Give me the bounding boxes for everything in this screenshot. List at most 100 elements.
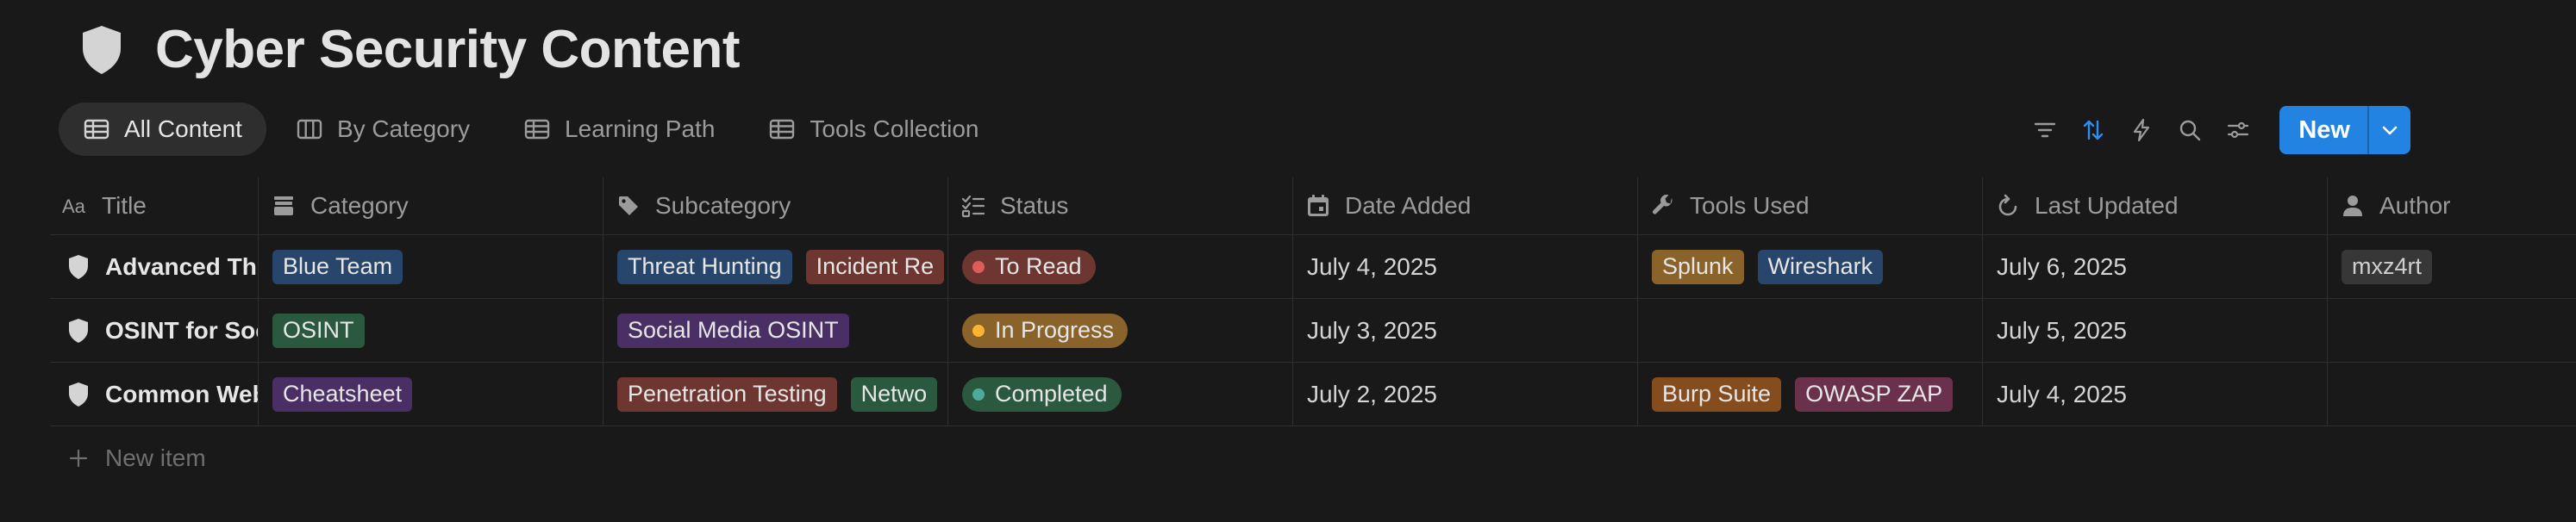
sort-button[interactable] <box>2069 106 2117 154</box>
cell-author[interactable]: mxz4rt <box>2328 235 2576 298</box>
filter-icon <box>2035 122 2056 138</box>
page-header: Cyber Security Content <box>79 19 741 80</box>
author-tag: mxz4rt <box>2342 249 2432 284</box>
status-badge: Completed <box>962 376 1122 412</box>
tab-learning-path[interactable]: Learning Path <box>499 103 739 156</box>
tab-label: Learning Path <box>565 115 716 142</box>
cell-status[interactable]: To Read <box>948 235 1293 298</box>
column-header-last-updated[interactable]: Last Updated <box>1983 177 2328 234</box>
person-icon <box>2343 196 2362 216</box>
view-toolbar: New <box>2021 106 2410 154</box>
settings-sliders-icon <box>2228 121 2249 139</box>
column-header-author[interactable]: Author <box>2328 177 2576 234</box>
table-row[interactable]: Advanced Thr Blue Team Threat Hunting In… <box>50 235 2576 299</box>
shield-icon[interactable] <box>79 24 124 76</box>
tool-tag: Wireshark <box>1757 249 1884 284</box>
sort-icon <box>2084 120 2104 140</box>
table-row[interactable]: OSINT for Soc OSINT Social Media OSINT I… <box>50 299 2576 363</box>
new-item-button[interactable]: New item <box>50 426 2576 490</box>
status-dot <box>972 260 985 273</box>
category-tag: Blue Team <box>272 249 403 284</box>
tool-tag: OWASP ZAP <box>1795 376 1954 412</box>
column-header-title[interactable]: Aa Title <box>50 177 259 234</box>
cell-title[interactable]: Advanced Thr <box>50 235 259 298</box>
status-badge: In Progress <box>962 313 1129 348</box>
status-badge: To Read <box>962 249 1096 284</box>
cell-subcategory[interactable]: Penetration Testing Netwo <box>603 363 948 426</box>
cell-title[interactable]: OSINT for Soc <box>50 299 259 362</box>
table-icon <box>770 119 795 140</box>
shield-icon <box>69 382 88 407</box>
view-tabs: All Content By Category Learning Path To… <box>59 103 1009 156</box>
database-table: Aa Title Category Subcategory Status Dat… <box>50 177 2576 490</box>
shield-icon <box>69 254 88 279</box>
column-header-status[interactable]: Status <box>948 177 1293 234</box>
cell-author[interactable] <box>2328 299 2576 362</box>
table-icon <box>524 119 550 140</box>
table-icon <box>84 119 109 140</box>
chevron-down-icon <box>2382 126 2398 135</box>
table-row[interactable]: Common Web Cheatsheet Penetration Testin… <box>50 363 2576 426</box>
tool-tag: Burp Suite <box>1652 376 1782 412</box>
column-header-tools-used[interactable]: Tools Used <box>1638 177 1983 234</box>
calendar-icon <box>1308 195 1329 216</box>
view-settings-button[interactable] <box>2214 106 2262 154</box>
status-dot <box>972 324 985 337</box>
notion-database-page: Cyber Security Content All Content By Ca… <box>0 0 2576 522</box>
text-aa-icon: Aa <box>62 196 86 217</box>
select-archive-icon <box>274 196 293 215</box>
column-header-date-added[interactable]: Date Added <box>1293 177 1638 234</box>
tool-tag: Splunk <box>1652 249 1744 284</box>
cell-subcategory[interactable]: Threat Hunting Incident Re <box>603 235 948 298</box>
cell-subcategory[interactable]: Social Media OSINT <box>603 299 948 362</box>
status-dot <box>972 388 985 401</box>
svg-text:Aa: Aa <box>62 196 86 217</box>
checklist-icon <box>961 195 985 218</box>
subcategory-tag: Social Media OSINT <box>617 313 849 348</box>
new-button[interactable]: New <box>2279 106 2367 154</box>
plus-icon <box>69 449 88 468</box>
cell-status[interactable]: In Progress <box>948 299 1293 362</box>
cell-date-added[interactable]: July 2, 2025 <box>1293 363 1638 426</box>
tab-by-category[interactable]: By Category <box>272 103 494 156</box>
new-button-group: New <box>2279 106 2410 154</box>
cell-tools-used[interactable]: Splunk Wireshark <box>1638 235 1983 298</box>
cell-last-updated[interactable]: July 6, 2025 <box>1983 235 2328 298</box>
column-header-subcategory[interactable]: Subcategory <box>603 177 948 234</box>
cell-category[interactable]: OSINT <box>259 299 603 362</box>
category-tag: OSINT <box>272 313 365 348</box>
cell-category[interactable]: Cheatsheet <box>259 363 603 426</box>
tab-label: By Category <box>336 115 471 142</box>
new-dropdown-button[interactable] <box>2367 106 2410 154</box>
automation-bolt-icon <box>2134 118 2150 142</box>
shield-icon <box>69 318 88 343</box>
cell-category[interactable]: Blue Team <box>259 235 603 298</box>
filter-button[interactable] <box>2021 106 2069 154</box>
automations-button[interactable] <box>2117 106 2166 154</box>
search-button[interactable] <box>2166 106 2214 154</box>
cell-date-added[interactable]: July 4, 2025 <box>1293 235 1638 298</box>
tab-label: Tools Collection <box>810 115 979 142</box>
tab-all-content[interactable]: All Content <box>59 103 266 156</box>
cell-tools-used[interactable]: Burp Suite OWASP ZAP <box>1638 363 1983 426</box>
cell-date-added[interactable]: July 3, 2025 <box>1293 299 1638 362</box>
category-tag: Cheatsheet <box>272 376 413 412</box>
board-icon <box>297 119 322 140</box>
cell-status[interactable]: Completed <box>948 363 1293 426</box>
tab-tools-collection[interactable]: Tools Collection <box>744 103 1003 156</box>
subcategory-tag: Netwo <box>850 376 938 412</box>
cell-tools-used[interactable] <box>1638 299 1983 362</box>
search-icon <box>2180 120 2201 141</box>
cell-title[interactable]: Common Web <box>50 363 259 426</box>
tab-label: All Content <box>124 115 242 142</box>
cell-author[interactable] <box>2328 363 2576 426</box>
subcategory-tag: Penetration Testing <box>617 376 837 412</box>
tag-icon <box>619 196 638 215</box>
cell-last-updated[interactable]: July 5, 2025 <box>1983 299 2328 362</box>
cell-last-updated[interactable]: July 4, 2025 <box>1983 363 2328 426</box>
wrench-icon <box>1653 195 1673 214</box>
refresh-icon <box>1998 194 2017 216</box>
column-header-category[interactable]: Category <box>259 177 603 234</box>
subcategory-tag: Incident Re <box>805 249 945 284</box>
page-title[interactable]: Cyber Security Content <box>155 19 741 80</box>
